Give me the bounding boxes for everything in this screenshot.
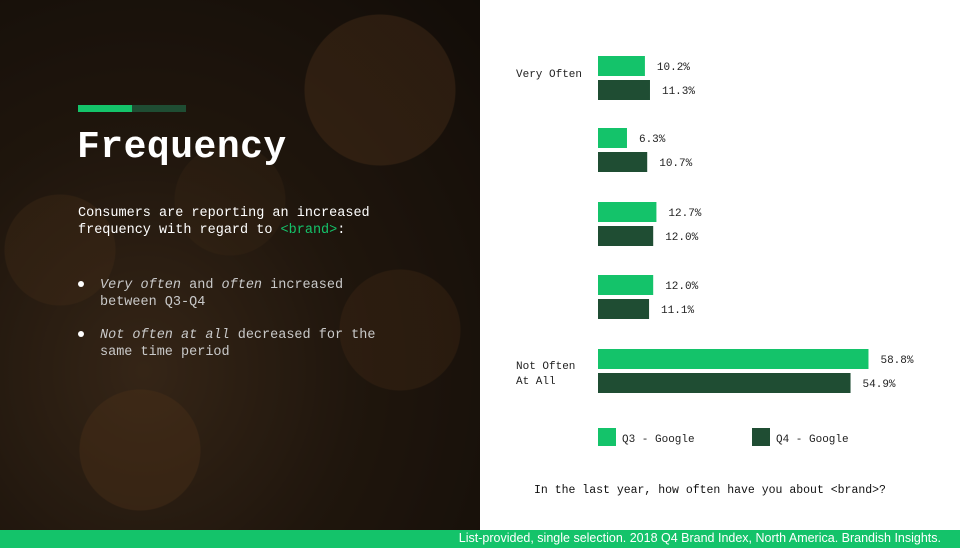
bullet-item: Very often and often increased between Q… — [78, 277, 378, 311]
legend-swatch — [752, 428, 770, 446]
intro-colon: : — [337, 223, 346, 238]
brand-placeholder: <brand> — [280, 223, 338, 238]
bar-q3 — [598, 202, 657, 222]
source-note: List-provided, single selection. 2018 Q4… — [458, 531, 941, 545]
bullet-dot-icon — [78, 281, 84, 287]
category-label: Very Often — [516, 69, 582, 81]
bullet-italic: Very often — [100, 278, 182, 293]
value-label: 11.3% — [662, 86, 695, 98]
bar-q4 — [598, 80, 650, 100]
category-label: Not Often — [516, 361, 575, 373]
value-label: 12.0% — [665, 281, 698, 293]
value-label: 12.0% — [665, 232, 698, 244]
accent-bar-dark — [132, 105, 186, 112]
bullet-italic: Not often at all — [100, 328, 230, 343]
value-label: 12.7% — [668, 208, 701, 220]
value-label: 10.2% — [657, 62, 690, 74]
intro-text: Consumers are reporting an increased fre… — [78, 205, 398, 239]
background-photo-panel: Frequency Consumers are reporting an inc… — [0, 0, 480, 530]
frequency-bar-chart: Very Often Not Often At All 10.2% 6.3% 12.7% 1… — [516, 56, 914, 497]
footer-bar: List-provided, single selection. 2018 Q4… — [0, 530, 960, 548]
value-label: 6.3% — [639, 134, 666, 146]
bar-q4 — [598, 226, 654, 246]
legend-label: Q4 - Google — [776, 434, 849, 446]
accent-bar-green — [78, 105, 132, 112]
bar-q4 — [598, 152, 648, 172]
bar-q3 — [598, 56, 645, 76]
bar-q3 — [598, 349, 869, 369]
bar-q3 — [598, 275, 654, 295]
bar-q3 — [598, 128, 627, 148]
bullet-dot-icon — [78, 331, 84, 337]
bullet-list: Very often and often increased between Q… — [78, 277, 378, 377]
category-label: At All — [516, 376, 556, 388]
bullet-italic: often — [221, 278, 263, 293]
chart-question: In the last year, how often have you abo… — [534, 484, 886, 497]
value-label: 58.8% — [880, 355, 913, 367]
value-label: 10.7% — [659, 158, 692, 170]
bar-q4 — [598, 299, 650, 319]
legend-swatch — [598, 428, 616, 446]
legend-label: Q3 - Google — [622, 434, 695, 446]
bullet-text: and — [181, 278, 222, 293]
value-label: 54.9% — [863, 379, 896, 391]
photo-overlay — [0, 0, 480, 530]
page-title: Frequency — [77, 126, 287, 169]
bullet-item: Not often at all decreased for the same … — [78, 327, 378, 361]
bar-q4 — [598, 373, 851, 393]
value-label: 11.1% — [661, 305, 694, 317]
